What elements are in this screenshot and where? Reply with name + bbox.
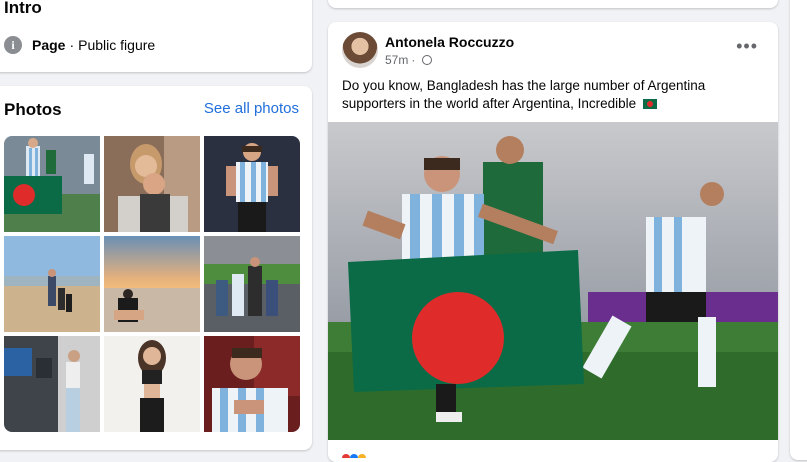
- globe-icon: [422, 55, 433, 65]
- intro-card: Intro i Page · Public figure: [0, 0, 312, 72]
- photo-thumbnail: [204, 236, 300, 332]
- photo-thumbnail: [104, 136, 200, 232]
- post-text: Do you know, Bangladesh has the large nu…: [342, 77, 762, 113]
- page-label: Page: [32, 37, 66, 53]
- more-options-icon[interactable]: •••: [736, 36, 758, 57]
- photo-mirror-selfie[interactable]: [4, 336, 100, 432]
- photo-woman-white-wall[interactable]: [104, 336, 200, 432]
- right-sidebar-edge: [790, 0, 807, 460]
- intro-title: Intro: [4, 0, 42, 17]
- post-time[interactable]: 57m: [385, 53, 408, 67]
- photo-thumbnail: [4, 336, 100, 432]
- photo-couple-selfie[interactable]: [104, 136, 200, 232]
- info-icon: i: [4, 36, 22, 54]
- photos-title: Photos: [4, 100, 62, 119]
- post-meta: 57m ·: [385, 53, 433, 67]
- photo-messi-standing[interactable]: [204, 136, 300, 232]
- intro-page-row: i Page · Public figure: [4, 36, 155, 54]
- author-name[interactable]: Antonela Roccuzzo: [385, 34, 514, 50]
- bangladesh-flag-icon: [642, 99, 657, 109]
- page-category: Public figure: [78, 37, 156, 53]
- photo-thumbnail: [4, 136, 100, 232]
- photo-messi-hand-chest[interactable]: [204, 336, 300, 432]
- post-card: Antonela Roccuzzo 57m · ••• Do you know,…: [328, 22, 778, 462]
- photo-thumbnail: [104, 336, 200, 432]
- author-avatar[interactable]: [342, 32, 378, 68]
- photo-grid: [4, 136, 300, 432]
- reaction-icons[interactable]: [342, 450, 382, 458]
- previous-post-bottom: [328, 0, 778, 8]
- post-image[interactable]: [328, 122, 778, 440]
- separator-dot: ·: [69, 37, 75, 53]
- photo-thumbnail: [204, 336, 300, 432]
- photo-sunset-beach[interactable]: [104, 236, 200, 332]
- photo-thumbnail: [4, 236, 100, 332]
- meta-separator: ·: [411, 53, 416, 67]
- photo-thumbnail: [104, 236, 200, 332]
- post-photo-messi-flag: [328, 122, 778, 440]
- photo-messi-bangladesh-flag[interactable]: [4, 136, 100, 232]
- photos-card: Photos See all photos: [0, 86, 312, 450]
- see-all-photos-link[interactable]: See all photos: [204, 100, 299, 117]
- photo-thumbnail: [204, 136, 300, 232]
- photo-family-stadium[interactable]: [204, 236, 300, 332]
- photo-beach-family[interactable]: [4, 236, 100, 332]
